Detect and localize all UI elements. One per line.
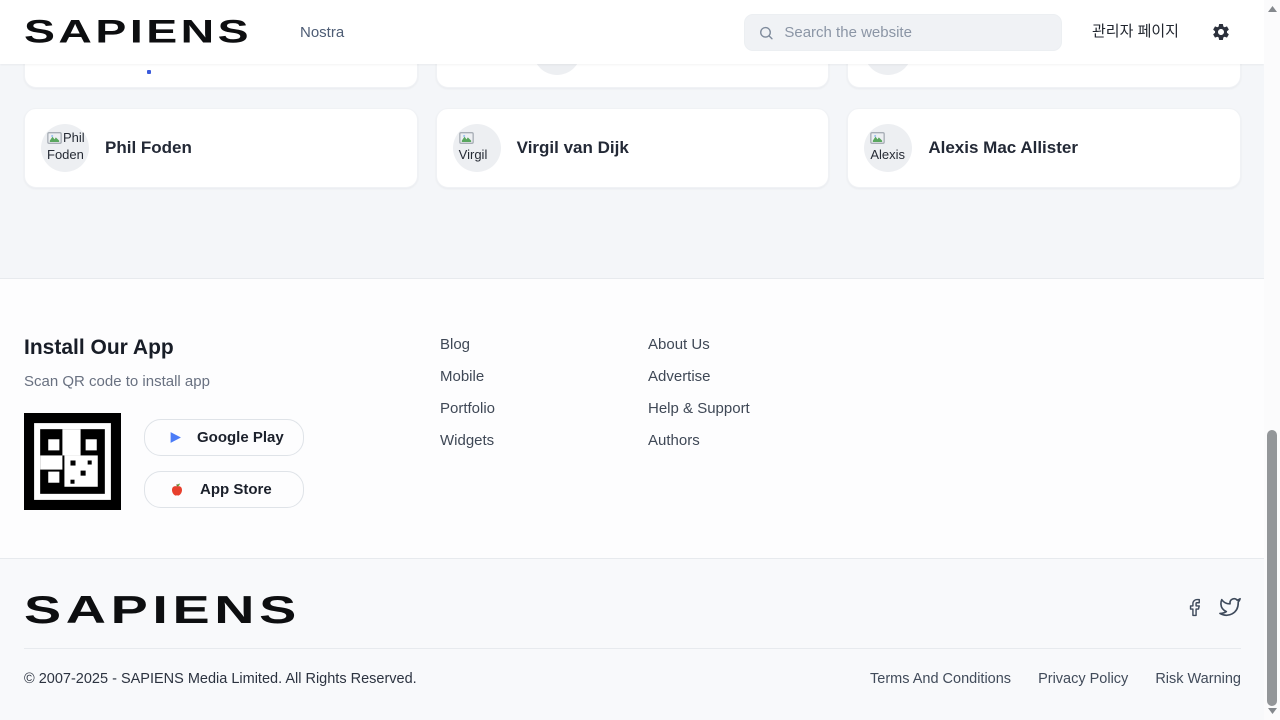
social-links (1185, 596, 1241, 618)
twitter-icon[interactable] (1219, 596, 1241, 618)
player-card-alexis-mac-allister[interactable]: Alexis Alexis Mac Allister (847, 108, 1241, 188)
footer-link-widgets[interactable]: Widgets (440, 433, 495, 449)
broken-image-icon (459, 132, 474, 147)
search-icon (758, 24, 774, 42)
player-name: Phil Foden (105, 138, 192, 158)
cutoff-card-fragment (147, 70, 151, 74)
footer-link-advertise[interactable]: Advertise (648, 369, 750, 385)
privacy-policy-link[interactable]: Privacy Policy (1038, 671, 1128, 687)
player-card-virgil-van-dijk[interactable]: Virgil Virgil van Dijk (436, 108, 830, 188)
install-app-title: Install Our App (24, 336, 174, 360)
search-input[interactable] (784, 24, 1048, 41)
footer-logo[interactable]: SAPIENS (24, 588, 301, 633)
play-triangle-icon (169, 431, 182, 444)
footer-link-blog[interactable]: Blog (440, 337, 495, 353)
vertical-scrollbar[interactable] (1264, 0, 1280, 720)
admin-page-link[interactable]: 관리자 페이지 (1092, 0, 1179, 64)
avatar: Phil Foden (41, 124, 89, 172)
footer-main: Install Our App Scan QR code to install … (0, 278, 1264, 558)
terms-link[interactable]: Terms And Conditions (870, 671, 1011, 687)
player-name: Virgil van Dijk (517, 138, 629, 158)
install-app-subtitle: Scan QR code to install app (24, 373, 210, 390)
footer-link-mobile[interactable]: Mobile (440, 369, 495, 385)
site-header: SAPIENS Nostra 관리자 페이지 (0, 0, 1264, 64)
broken-image-icon (47, 132, 62, 147)
footer-divider (24, 648, 1241, 649)
footer-link-portfolio[interactable]: Portfolio (440, 401, 495, 417)
scroll-down-icon[interactable] (1268, 708, 1277, 714)
qr-code-image (24, 413, 121, 510)
site-logo[interactable]: SAPIENS (24, 14, 316, 51)
facebook-icon[interactable] (1185, 598, 1204, 617)
scroll-up-icon[interactable] (1268, 6, 1277, 12)
settings-gear-icon[interactable] (1211, 22, 1231, 42)
avatar-alt-text: Alexis (870, 147, 905, 162)
legal-links: Terms And Conditions Privacy Policy Risk… (870, 671, 1241, 687)
footer-links-column-1: Blog Mobile Portfolio Widgets (440, 337, 495, 465)
risk-warning-link[interactable]: Risk Warning (1155, 671, 1241, 687)
google-play-label: Google Play (197, 429, 284, 446)
player-name: Alexis Mac Allister (928, 138, 1078, 158)
footer-bottom: SAPIENS © 2007-2025 - SAPIENS Media Limi… (0, 558, 1264, 720)
avatar-alt-text: Virgil (459, 147, 488, 162)
footer-links-column-2: About Us Advertise Help & Support Author… (648, 337, 750, 465)
apple-icon (169, 482, 185, 498)
avatar: Virgil (453, 124, 501, 172)
app-store-button[interactable]: App Store (144, 471, 304, 508)
app-store-label: App Store (200, 481, 272, 498)
player-card-phil-foden[interactable]: Phil Foden Phil Foden (24, 108, 418, 188)
player-card-row: Phil Foden Phil Foden Virgil Virgil van … (24, 108, 1241, 188)
footer-link-help-support[interactable]: Help & Support (648, 401, 750, 417)
footer-link-authors[interactable]: Authors (648, 433, 750, 449)
search-bar[interactable] (744, 14, 1062, 51)
broken-image-icon (870, 132, 885, 147)
copyright-text: © 2007-2025 - SAPIENS Media Limited. All… (24, 671, 417, 687)
google-play-button[interactable]: Google Play (144, 419, 304, 456)
footer-link-about-us[interactable]: About Us (648, 337, 750, 353)
avatar: Alexis (864, 124, 912, 172)
scrollbar-thumb[interactable] (1267, 430, 1277, 706)
